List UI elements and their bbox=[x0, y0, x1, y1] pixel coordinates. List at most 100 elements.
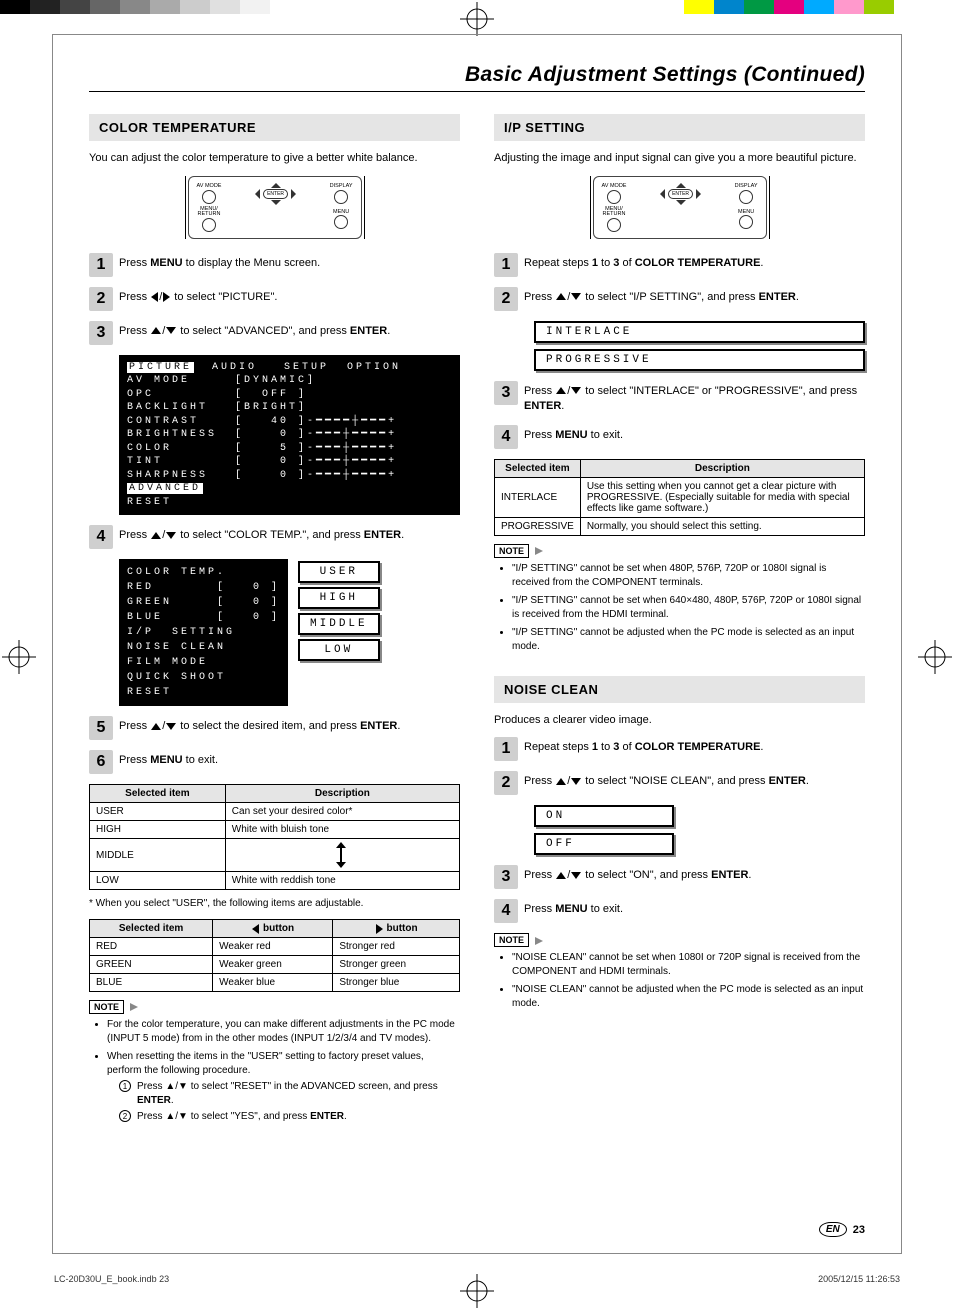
color-temp-table-2: Selected item button button REDWeaker re… bbox=[89, 919, 460, 992]
table-cell: PROGRESSIVE bbox=[495, 517, 581, 535]
registration-mark-top bbox=[460, 2, 494, 36]
ip-step-3: Press / to select "INTERLACE" or "PROGRE… bbox=[524, 381, 865, 415]
note-sub-item: 1Press ▲/▼ to select "RESET" in the ADVA… bbox=[119, 1080, 460, 1108]
rc-menu-return-btn bbox=[607, 218, 621, 232]
color-swatches bbox=[684, 0, 924, 14]
right-column: I/P SETTING Adjusting the image and inpu… bbox=[494, 114, 865, 1128]
table-cell: Weaker blue bbox=[213, 974, 333, 992]
step-num: 4 bbox=[494, 899, 518, 923]
osd-option: MIDDLE bbox=[298, 613, 380, 635]
up-arrow-icon bbox=[556, 778, 566, 785]
rc-av-mode-btn bbox=[607, 190, 621, 204]
osd-option: ON bbox=[534, 805, 674, 827]
rc-left-icon bbox=[255, 189, 260, 199]
lang-badge: EN bbox=[819, 1222, 847, 1237]
down-arrow-icon bbox=[166, 327, 176, 334]
th-right-button: button bbox=[333, 920, 460, 938]
note-label: NOTE bbox=[494, 933, 529, 947]
th-selected-item: Selected item bbox=[495, 459, 581, 477]
nc-step-1: Repeat steps 1 to 3 of COLOR TEMPERATURE… bbox=[524, 737, 763, 755]
section-color-temperature: COLOR TEMPERATURE bbox=[89, 114, 460, 141]
remote-diagram: AV MODE ENTER DISPLAY MENU/ RETURN MENU bbox=[185, 176, 365, 239]
table-cell: USER bbox=[90, 803, 226, 821]
ip-table: Selected item Description INTERLACEUse t… bbox=[494, 459, 865, 536]
step-num: 4 bbox=[89, 525, 113, 549]
table-cell: Stronger green bbox=[333, 956, 460, 974]
section-ip-setting: I/P SETTING bbox=[494, 114, 865, 141]
note-item: "NOISE CLEAN" cannot be set when 1080I o… bbox=[512, 951, 865, 979]
page-number: 23 bbox=[853, 1224, 865, 1236]
note-arrow-icon bbox=[535, 547, 543, 555]
table-cell: HIGH bbox=[90, 821, 226, 839]
up-arrow-icon bbox=[556, 872, 566, 879]
osd-option: LOW bbox=[298, 639, 380, 661]
up-arrow-icon bbox=[556, 387, 566, 394]
table-cell: Can set your desired color* bbox=[225, 803, 459, 821]
note-arrow-icon bbox=[535, 937, 543, 945]
ip-intro: Adjusting the image and input signal can… bbox=[494, 151, 865, 166]
page-footer: EN 23 bbox=[819, 1222, 865, 1237]
rc-display-btn bbox=[739, 190, 753, 204]
rc-display-label: DISPLAY bbox=[735, 184, 758, 190]
rc-av-mode-label: AV MODE bbox=[602, 184, 627, 190]
table-cell: Weaker red bbox=[213, 938, 333, 956]
rc-menu-btn bbox=[334, 215, 348, 229]
up-arrow-icon bbox=[151, 723, 161, 730]
rc-menu-btn bbox=[739, 215, 753, 229]
step-num: 3 bbox=[494, 865, 518, 889]
note-item: "I/P SETTING" cannot be adjusted when th… bbox=[512, 626, 865, 654]
osd-option: INTERLACE bbox=[534, 321, 865, 343]
note-item: "NOISE CLEAN" cannot be adjusted when th… bbox=[512, 983, 865, 1011]
step-num: 5 bbox=[89, 716, 113, 740]
registration-mark-left bbox=[2, 640, 36, 674]
osd-option: HIGH bbox=[298, 587, 380, 609]
note-sub-item: 2Press ▲/▼ to select "YES", and press EN… bbox=[119, 1110, 460, 1124]
down-arrow-icon bbox=[571, 778, 581, 785]
osd-option: USER bbox=[298, 561, 380, 583]
rc-down-icon bbox=[271, 200, 281, 205]
rc-up-icon bbox=[271, 183, 281, 188]
note-item: "I/P SETTING" cannot be set when 480P, 5… bbox=[512, 562, 865, 590]
note-item: When resetting the items in the "USER" s… bbox=[107, 1050, 460, 1124]
osd-option: PROGRESSIVE bbox=[534, 349, 865, 371]
up-arrow-icon bbox=[151, 532, 161, 539]
osd-color-temp-menu: COLOR TEMP. RED [ 0 ] GREEN [ 0 ] BLUE [… bbox=[119, 559, 460, 706]
gray-swatches bbox=[0, 0, 270, 14]
rc-av-mode-btn bbox=[202, 190, 216, 204]
table-cell: GREEN bbox=[90, 956, 213, 974]
table-cell: Stronger blue bbox=[333, 974, 460, 992]
down-arrow-icon bbox=[571, 387, 581, 394]
table-cell: MIDDLE bbox=[90, 839, 226, 872]
note-item: "I/P SETTING" cannot be set when 640×480… bbox=[512, 594, 865, 622]
left-arrow-icon bbox=[151, 292, 158, 302]
rc-menu-label: MENU bbox=[735, 210, 758, 216]
registration-mark-bottom bbox=[460, 1274, 494, 1308]
osd-picture-menu: PICTURE AUDIO SETUP OPTION AV MODE [DYNA… bbox=[119, 355, 460, 516]
right-arrow-icon bbox=[163, 292, 170, 302]
page-title-wrap: Basic Adjustment Settings (Continued) bbox=[89, 63, 865, 92]
page-title: Basic Adjustment Settings (Continued) bbox=[465, 63, 865, 86]
ip-step-2: Press / to select "I/P SETTING", and pre… bbox=[524, 287, 799, 305]
down-arrow-icon bbox=[571, 872, 581, 879]
color-temp-intro: You can adjust the color temperature to … bbox=[89, 151, 460, 166]
osd-option: OFF bbox=[534, 833, 674, 855]
page-frame: Basic Adjustment Settings (Continued) CO… bbox=[52, 34, 902, 1254]
ct-step-1: Press MENU to display the Menu screen. bbox=[119, 253, 320, 271]
step-num: 2 bbox=[494, 771, 518, 795]
left-arrow-icon bbox=[252, 924, 259, 934]
up-arrow-icon bbox=[151, 327, 161, 334]
th-description: Description bbox=[225, 785, 459, 803]
rc-display-btn bbox=[334, 190, 348, 204]
table-cell bbox=[225, 839, 459, 872]
rc-menu-label: MENU bbox=[330, 210, 353, 216]
rc-enter-btn: ENTER bbox=[668, 189, 693, 199]
user-footnote: * When you select "USER", the following … bbox=[89, 898, 460, 909]
remote-diagram: AV MODE ENTER DISPLAY MENU/ RETURN MENU bbox=[590, 176, 770, 239]
rc-av-mode-label: AV MODE bbox=[197, 184, 222, 190]
registration-mark-right bbox=[918, 640, 952, 674]
rc-down-icon bbox=[676, 200, 686, 205]
ct-step-3: Press / to select "ADVANCED", and press … bbox=[119, 321, 390, 339]
th-selected-item: Selected item bbox=[90, 785, 226, 803]
nc-step-2: Press / to select "NOISE CLEAN", and pre… bbox=[524, 771, 809, 789]
table-cell: INTERLACE bbox=[495, 477, 581, 517]
